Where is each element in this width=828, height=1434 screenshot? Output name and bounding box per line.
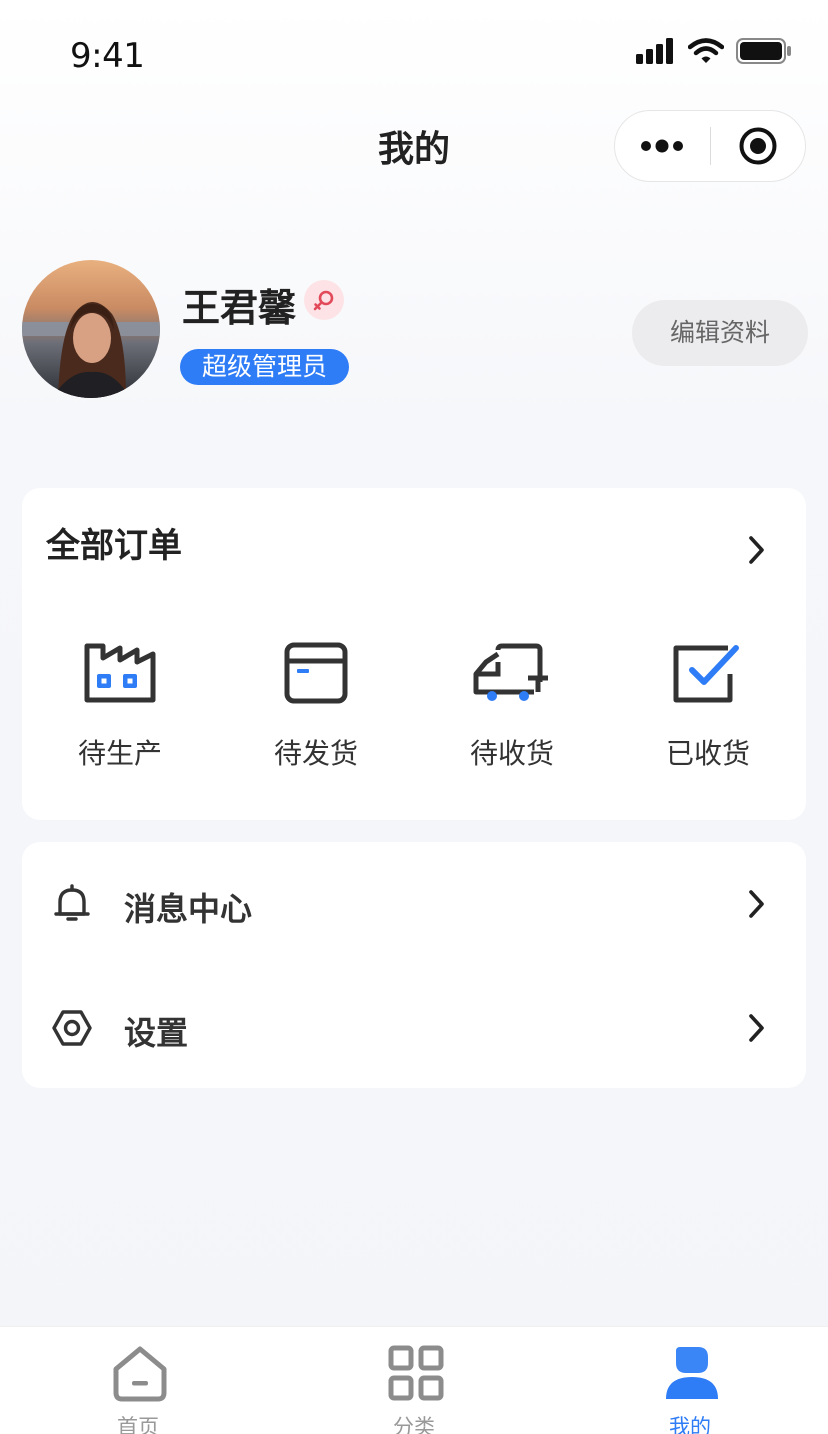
user-icon	[666, 1347, 718, 1399]
order-status-list: 待生产 待发货 待收货 已收货	[22, 638, 806, 772]
menu-item-message-center[interactable]: 消息中心	[22, 842, 806, 964]
grid-icon	[388, 1345, 444, 1401]
home-icon	[113, 1346, 167, 1402]
menu-card: 消息中心 设置	[22, 842, 806, 1088]
factory-icon	[84, 643, 156, 703]
wifi-icon	[688, 38, 724, 63]
tab-label: 分类	[393, 1415, 435, 1434]
tab-category[interactable]: 分类	[276, 1327, 552, 1434]
status-time: 9:41	[70, 36, 145, 76]
target-icon	[739, 127, 777, 165]
orders-card: 全部订单 待生产 待发货 待收货 已收货	[22, 488, 806, 820]
chevron-right-icon	[749, 1014, 764, 1042]
menu-item-label: 消息中心	[124, 890, 253, 928]
order-item-pending-production[interactable]: 待生产	[22, 638, 218, 772]
settings-hex-icon	[52, 1010, 92, 1046]
order-item-pending-shipment[interactable]: 待发货	[218, 638, 414, 772]
truck-icon	[473, 643, 548, 701]
bell-icon	[54, 884, 90, 921]
profile-section: 王君馨 超级管理员 编辑资料	[0, 255, 828, 405]
female-icon	[313, 290, 334, 311]
order-item-label: 待发货	[273, 737, 358, 770]
order-item-label: 已收货	[665, 737, 750, 770]
avatar[interactable]	[22, 260, 160, 398]
tab-bar: 首页 分类 我的	[0, 1326, 828, 1434]
chevron-right-icon[interactable]	[746, 534, 768, 566]
status-bar: 9:41	[0, 0, 828, 100]
gender-badge	[304, 280, 344, 320]
tab-home[interactable]: 首页	[0, 1327, 276, 1434]
orders-title: 全部订单	[46, 526, 182, 566]
nav-bar: 我的	[0, 100, 828, 192]
order-item-label: 待生产	[77, 737, 162, 770]
signal-icon	[636, 38, 673, 64]
order-item-received[interactable]: 已收货	[610, 638, 806, 772]
mini-program-capsule	[614, 110, 806, 182]
more-dots-icon	[641, 139, 684, 153]
menu-item-label: 设置	[124, 1014, 189, 1052]
order-item-pending-receipt[interactable]: 待收货	[414, 638, 610, 772]
close-mini-program-button[interactable]	[710, 110, 805, 182]
more-button[interactable]	[615, 110, 710, 182]
menu-item-settings[interactable]: 设置	[22, 966, 806, 1088]
status-icons	[636, 36, 792, 66]
tab-label: 我的	[669, 1415, 711, 1434]
tab-label: 首页	[117, 1415, 159, 1434]
box-icon	[284, 642, 348, 704]
edit-profile-button[interactable]: 编辑资料	[632, 300, 808, 366]
role-badge: 超级管理员	[180, 349, 350, 385]
order-item-label: 待收货	[469, 737, 554, 770]
chevron-right-icon	[749, 890, 764, 918]
user-name: 王君馨	[182, 286, 297, 330]
check-square-icon	[673, 645, 739, 703]
battery-icon	[736, 38, 791, 64]
tab-mine[interactable]: 我的	[552, 1327, 828, 1434]
